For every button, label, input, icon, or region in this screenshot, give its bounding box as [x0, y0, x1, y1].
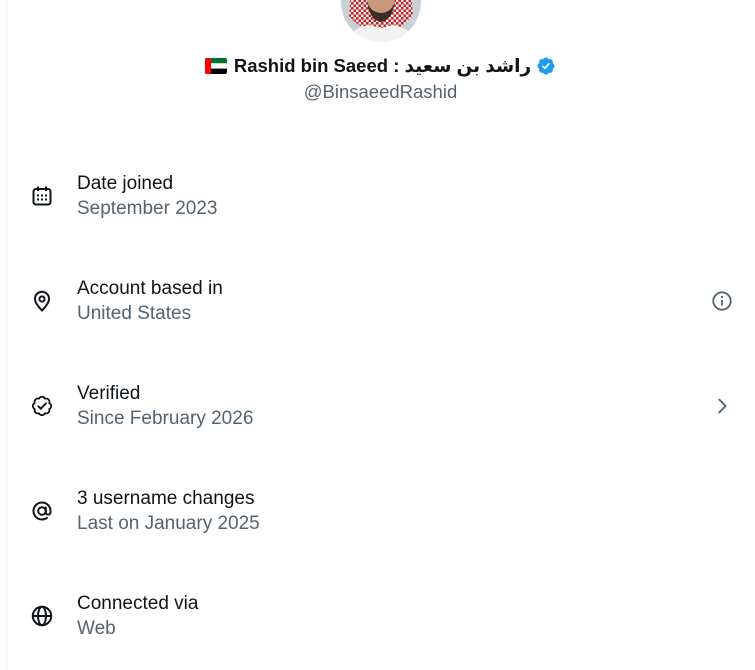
- info-icon[interactable]: [711, 290, 733, 312]
- row-username-changes: 3 username changes Last on January 2025: [0, 458, 755, 563]
- about-account-page: Rashid bin Saeed : راشد بن سعيد @Binsaee…: [0, 0, 755, 670]
- location-pin-icon: [30, 289, 54, 313]
- row-text: Verified Since February 2026: [77, 381, 253, 431]
- row-account-based-in: Account based in United States: [0, 248, 755, 353]
- row-value: Web: [77, 617, 116, 639]
- row-label: Date joined: [77, 172, 174, 194]
- row-label: Account based in: [77, 277, 223, 299]
- handle: @BinsaeedRashid: [303, 81, 458, 102]
- verified-outline-icon: [30, 394, 54, 418]
- globe-icon: [30, 604, 54, 628]
- row-text: Account based in United States: [77, 276, 223, 326]
- chevron-right-icon[interactable]: [711, 395, 733, 417]
- row-text: Connected via Web: [77, 591, 198, 641]
- row-text: Date joined September 2023: [77, 171, 218, 221]
- calendar-icon: [30, 184, 54, 208]
- row-label: Verified: [77, 382, 141, 404]
- row-value: Since February 2026: [77, 407, 254, 429]
- row-connected-via: Connected via Web: [0, 563, 755, 668]
- verified-badge-icon: [536, 56, 556, 76]
- avatar: [341, 0, 421, 42]
- display-name: Rashid bin Saeed : راشد بن سعيد: [233, 55, 532, 76]
- row-value: United States: [77, 302, 192, 324]
- account-info-list: Date joined September 2023 Account based…: [0, 143, 755, 668]
- row-text: 3 username changes Last on January 2025: [77, 486, 260, 536]
- row-label: Connected via: [77, 592, 199, 614]
- row-value: September 2023: [77, 197, 218, 219]
- uae-flag-icon: [204, 58, 227, 74]
- row-verified[interactable]: Verified Since February 2026: [0, 353, 755, 458]
- display-name-line: Rashid bin Saeed : راشد بن سعيد: [6, 53, 755, 79]
- row-value: Last on January 2025: [77, 512, 260, 534]
- row-label: 3 username changes: [77, 487, 255, 509]
- at-sign-icon: [30, 499, 54, 523]
- row-date-joined: Date joined September 2023: [0, 143, 755, 248]
